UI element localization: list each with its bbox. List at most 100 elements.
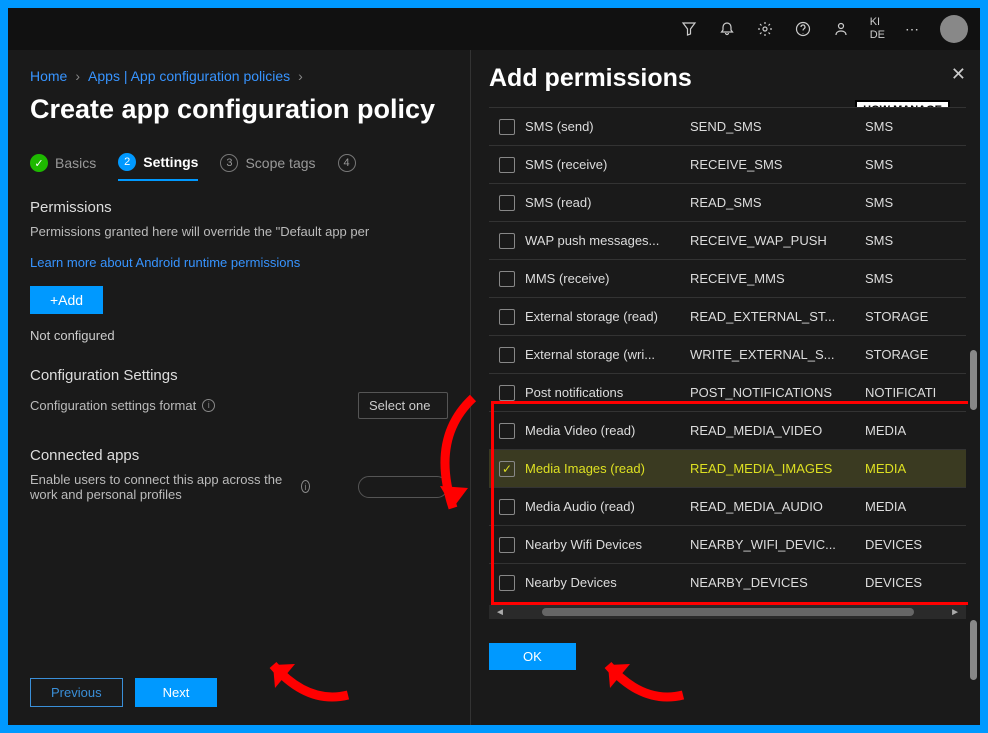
config-format-label: Configuration settings format i	[30, 398, 215, 413]
avatar[interactable]	[940, 15, 968, 43]
permission-group: MEDIA	[865, 461, 966, 476]
permissions-heading: Permissions	[30, 199, 448, 216]
checkbox[interactable]	[499, 537, 515, 553]
wizard-steps: ✓ Basics 2 Settings 3 Scope tags 4	[30, 153, 448, 181]
permission-group: SMS	[865, 271, 966, 286]
checkbox[interactable]	[499, 233, 515, 249]
checkbox[interactable]	[499, 499, 515, 515]
permission-group: MEDIA	[865, 423, 966, 438]
checkbox[interactable]	[499, 575, 515, 591]
info-icon[interactable]: i	[301, 480, 310, 493]
page-title: Create app configuration policy	[30, 94, 448, 125]
checkbox[interactable]	[499, 195, 515, 211]
permission-name: Nearby Wifi Devices	[525, 537, 690, 552]
checkbox[interactable]	[499, 461, 515, 477]
permission-row[interactable]: External storage (read)READ_EXTERNAL_ST.…	[489, 297, 966, 335]
permission-constant: READ_EXTERNAL_ST...	[690, 309, 865, 324]
user-info: KI DE	[870, 16, 885, 42]
permission-row[interactable]: Media Video (read)READ_MEDIA_VIDEOMEDIA	[489, 411, 966, 449]
permission-row[interactable]: MMS (receive)RECEIVE_MMSSMS	[489, 259, 966, 297]
permission-constant: SEND_SMS	[690, 119, 865, 134]
breadcrumb-home[interactable]: Home	[30, 68, 67, 84]
checkbox[interactable]	[499, 271, 515, 287]
permission-row[interactable]: SMS (read)READ_SMSSMS	[489, 183, 966, 221]
config-format-select[interactable]: Select one	[358, 392, 448, 419]
permission-row[interactable]: Nearby DevicesNEARBY_DEVICESDEVICES	[489, 563, 966, 601]
scroll-left-icon[interactable]: ◄	[495, 607, 505, 618]
checkbox[interactable]	[499, 157, 515, 173]
breadcrumb-apps[interactable]: Apps | App configuration policies	[88, 68, 290, 84]
step-label: Scope tags	[245, 155, 315, 171]
check-icon: ✓	[30, 154, 48, 172]
permission-row[interactable]: External storage (wri...WRITE_EXTERNAL_S…	[489, 335, 966, 373]
horizontal-scrollbar[interactable]: ◄ ►	[489, 605, 966, 619]
connected-desc: Enable users to connect this app across …	[30, 472, 310, 502]
permission-row[interactable]: Post notificationsPOST_NOTIFICATIONSNOTI…	[489, 373, 966, 411]
permission-group: STORAGE	[865, 347, 966, 362]
step-number-icon: 2	[118, 153, 136, 171]
permission-constant: READ_MEDIA_VIDEO	[690, 423, 865, 438]
step-scope-tags[interactable]: 3 Scope tags	[220, 154, 315, 180]
vertical-scrollbar[interactable]	[968, 150, 978, 690]
permission-constant: NEARBY_DEVICES	[690, 575, 865, 590]
permission-row[interactable]: SMS (receive)RECEIVE_SMSSMS	[489, 145, 966, 183]
permission-name: Media Video (read)	[525, 423, 690, 438]
feedback-icon[interactable]	[832, 20, 850, 38]
checkbox[interactable]	[499, 119, 515, 135]
permission-name: Media Images (read)	[525, 461, 690, 476]
scrollbar-thumb[interactable]	[970, 620, 977, 680]
permission-constant: RECEIVE_MMS	[690, 271, 865, 286]
permission-name: WAP push messages...	[525, 233, 690, 248]
left-panel: Home › Apps | App configuration policies…	[8, 50, 470, 725]
permissions-desc: Permissions granted here will override t…	[30, 222, 448, 242]
permission-name: External storage (wri...	[525, 347, 690, 362]
not-configured-text: Not configured	[30, 328, 448, 343]
checkbox[interactable]	[499, 347, 515, 363]
connected-heading: Connected apps	[30, 447, 448, 464]
permission-constant: READ_SMS	[690, 195, 865, 210]
step-number-icon: 4	[338, 154, 356, 172]
permission-group: DEVICES	[865, 575, 966, 590]
permission-name: Nearby Devices	[525, 575, 690, 590]
scrollbar-thumb[interactable]	[970, 350, 977, 410]
step-four[interactable]: 4	[338, 154, 356, 180]
permission-name: Post notifications	[525, 385, 690, 400]
next-button[interactable]: Next	[135, 678, 218, 707]
previous-button[interactable]: Previous	[30, 678, 123, 707]
info-icon[interactable]: i	[202, 399, 215, 412]
checkbox[interactable]	[499, 423, 515, 439]
step-basics[interactable]: ✓ Basics	[30, 154, 96, 180]
checkbox[interactable]	[499, 385, 515, 401]
settings-icon[interactable]	[756, 20, 774, 38]
permission-name: SMS (send)	[525, 119, 690, 134]
permission-group: SMS	[865, 195, 966, 210]
permission-row[interactable]: WAP push messages...RECEIVE_WAP_PUSHSMS	[489, 221, 966, 259]
permission-group: DEVICES	[865, 537, 966, 552]
ok-button[interactable]: OK	[489, 643, 576, 670]
step-settings[interactable]: 2 Settings	[118, 153, 198, 181]
permission-row[interactable]: Nearby Wifi DevicesNEARBY_WIFI_DEVIC...D…	[489, 525, 966, 563]
help-icon[interactable]	[794, 20, 812, 38]
filter-icon[interactable]	[680, 20, 698, 38]
permission-name: External storage (read)	[525, 309, 690, 324]
add-button[interactable]: +Add	[30, 286, 103, 314]
connected-toggle[interactable]	[358, 476, 448, 498]
permission-group: SMS	[865, 157, 966, 172]
permission-row[interactable]: Media Images (read)READ_MEDIA_IMAGESMEDI…	[489, 449, 966, 487]
permission-constant: READ_MEDIA_AUDIO	[690, 499, 865, 514]
scroll-right-icon[interactable]: ►	[950, 607, 960, 618]
panel-title: Add permissions	[489, 64, 692, 93]
learn-more-link[interactable]: Learn more about Android runtime permiss…	[30, 255, 300, 270]
permission-constant: READ_MEDIA_IMAGES	[690, 461, 865, 476]
checkbox[interactable]	[499, 309, 515, 325]
permission-constant: RECEIVE_WAP_PUSH	[690, 233, 865, 248]
notification-icon[interactable]	[718, 20, 736, 38]
permission-constant: NEARBY_WIFI_DEVIC...	[690, 537, 865, 552]
more-icon[interactable]: ⋯	[905, 21, 920, 38]
add-permissions-panel: Add permissions ✕ HOW MANAGETO DEVICES S…	[470, 50, 980, 725]
permission-group: SMS	[865, 233, 966, 248]
permission-row[interactable]: SMS (send)SEND_SMSSMS	[489, 107, 966, 145]
scrollbar-thumb[interactable]	[542, 608, 914, 616]
permission-row[interactable]: Media Audio (read)READ_MEDIA_AUDIOMEDIA	[489, 487, 966, 525]
close-icon[interactable]: ✕	[951, 64, 966, 85]
